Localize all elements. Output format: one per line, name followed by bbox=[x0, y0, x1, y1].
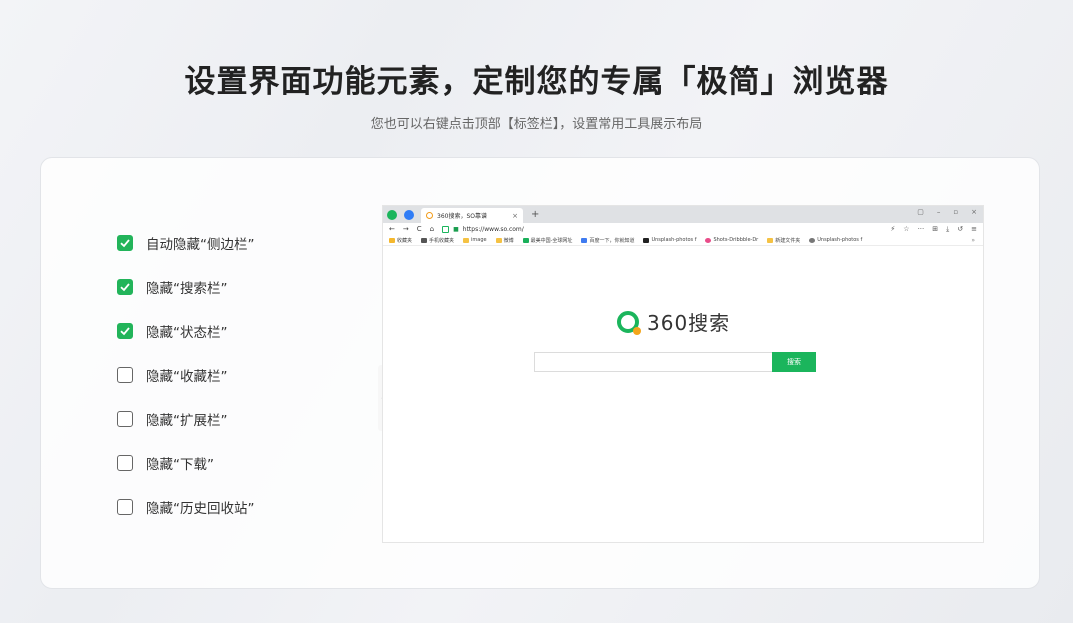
shield-icon bbox=[442, 225, 450, 233]
bookmark-item[interactable]: 百度一下，你就知道 bbox=[581, 237, 634, 244]
check-icon bbox=[120, 239, 130, 248]
lightning-icon[interactable]: ⚡ bbox=[890, 223, 895, 235]
url-field[interactable]: ■ https://www.so.com/ bbox=[442, 225, 524, 233]
option-hide-status-bar[interactable]: 隐藏“状态栏” bbox=[117, 320, 255, 342]
more-icon[interactable]: ··· bbox=[918, 223, 925, 235]
bookmark-label: 最美中国-全球网址 bbox=[530, 237, 573, 244]
bookmark-label: 新建文件夹 bbox=[775, 237, 801, 244]
sidebar-icon[interactable] bbox=[404, 210, 414, 220]
bookmarks-bar: 收藏夹 手机收藏夹 image 微博 最美中国-全球网址 百度一下，你就知道 U… bbox=[383, 235, 983, 246]
minimize-icon[interactable]: – bbox=[937, 208, 941, 216]
option-list: 自动隐藏“侧边栏” 隐藏“搜索栏” 隐藏“状态栏” 隐藏“收藏栏” 隐藏“扩展栏… bbox=[117, 232, 255, 540]
bookmark-item[interactable]: image bbox=[463, 237, 487, 243]
folder-icon bbox=[463, 237, 470, 243]
maximize-icon[interactable]: ▫ bbox=[953, 208, 958, 216]
tab-close-icon[interactable]: × bbox=[512, 212, 518, 220]
logo-text: 360搜索 bbox=[647, 311, 731, 335]
star-icon[interactable]: ☆ bbox=[903, 223, 909, 235]
option-label: 隐藏“扩展栏” bbox=[146, 413, 228, 429]
bookmark-item[interactable]: Shots-Dribbble-Dr bbox=[705, 237, 758, 243]
option-label: 隐藏“收藏栏” bbox=[146, 369, 228, 385]
checkbox-hide-history-recycle[interactable] bbox=[117, 499, 133, 515]
browser-logo-icon bbox=[387, 210, 397, 220]
bookmark-label: 收藏夹 bbox=[397, 237, 413, 244]
bookmark-label: image bbox=[471, 237, 487, 243]
bookmark-label: Unsplash-photos f bbox=[651, 237, 697, 243]
option-hide-downloads[interactable]: 隐藏“下载” bbox=[117, 452, 255, 474]
folder-icon bbox=[495, 237, 502, 243]
option-label: 隐藏“历史回收站” bbox=[146, 501, 255, 517]
search-box: 搜索 bbox=[534, 352, 816, 372]
globe-icon bbox=[809, 237, 816, 243]
checkbox-hide-search-bar[interactable] bbox=[117, 279, 133, 295]
bookmark-label: Unsplash-photos f bbox=[817, 237, 863, 243]
camera-icon bbox=[643, 237, 650, 243]
bookmark-label: 百度一下，你就知道 bbox=[589, 237, 635, 244]
bookmark-label: 手机收藏夹 bbox=[429, 237, 455, 244]
new-tab-button[interactable]: + bbox=[531, 209, 539, 221]
undo-icon[interactable]: ↺ bbox=[957, 223, 963, 235]
close-icon[interactable]: × bbox=[971, 208, 977, 216]
search-input[interactable] bbox=[534, 352, 772, 372]
bookmark-item[interactable]: 收藏夹 bbox=[389, 237, 412, 244]
bookmark-item[interactable]: 手机收藏夹 bbox=[421, 237, 454, 244]
back-icon[interactable]: ← bbox=[389, 225, 395, 233]
paw-icon bbox=[581, 237, 588, 243]
page-subtitle: 您也可以右键点击顶部【标签栏】，设置常用工具展示布局 bbox=[370, 117, 703, 132]
toolbar-right: ⚡ ☆ ··· ⊞ ⤓ ↺ ≡ bbox=[890, 223, 977, 235]
checkbox-hide-extensions-bar[interactable] bbox=[117, 411, 133, 427]
checkbox-hide-bookmarks-bar[interactable] bbox=[117, 367, 133, 383]
forward-icon[interactable]: → bbox=[403, 225, 409, 233]
search-button[interactable]: 搜索 bbox=[772, 352, 816, 372]
home-icon[interactable]: ⌂ bbox=[430, 225, 434, 233]
checkbox-hide-status-bar[interactable] bbox=[117, 323, 133, 339]
option-hide-bookmarks-bar[interactable]: 隐藏“收藏栏” bbox=[117, 364, 255, 386]
bookmark-item[interactable]: Unsplash-photos f bbox=[643, 237, 696, 243]
option-label: 自动隐藏“侧边栏” bbox=[146, 237, 255, 253]
download-icon[interactable]: ⤓ bbox=[946, 223, 949, 235]
address-bar: ← → C ⌂ ■ https://www.so.com/ ⚡ ☆ ··· ⊞ … bbox=[383, 223, 983, 235]
browser-tab[interactable]: 360搜索，SO靠谱 × bbox=[421, 208, 523, 223]
apps-icon[interactable]: ⊞ bbox=[932, 223, 938, 235]
skin-icon[interactable]: ▢ bbox=[917, 208, 924, 216]
option-hide-extensions-bar[interactable]: 隐藏“扩展栏” bbox=[117, 408, 255, 430]
bookmarks-more-icon[interactable]: » bbox=[971, 237, 975, 244]
tab-title: 360搜索，SO靠谱 bbox=[437, 213, 487, 220]
bookmark-item[interactable]: 最美中国-全球网址 bbox=[522, 237, 573, 244]
browser-page: 360搜索 搜索 bbox=[383, 246, 983, 541]
star-icon bbox=[389, 237, 395, 243]
lock-icon: ■ bbox=[453, 225, 459, 233]
bookmark-item[interactable]: 新建文件夹 bbox=[767, 237, 800, 244]
bookmark-label: 微博 bbox=[503, 237, 514, 244]
bookmark-label: Shots-Dribbble-Dr bbox=[713, 237, 759, 243]
search-logo: 360搜索 bbox=[617, 307, 730, 336]
reload-icon[interactable]: C bbox=[417, 225, 422, 233]
browser-tabbar: 360搜索，SO靠谱 × + ▢ – ▫ × bbox=[383, 206, 983, 223]
option-label: 隐藏“搜索栏” bbox=[146, 281, 228, 297]
check-icon bbox=[120, 327, 130, 336]
option-hide-search-bar[interactable]: 隐藏“搜索栏” bbox=[117, 276, 255, 298]
bookmark-item[interactable]: 微博 bbox=[495, 237, 514, 244]
site-icon bbox=[522, 237, 529, 243]
logo-ring-icon bbox=[617, 310, 641, 335]
tab-favicon-icon bbox=[426, 212, 433, 219]
option-auto-hide-sidebar[interactable]: 自动隐藏“侧边栏” bbox=[117, 232, 255, 254]
bookmark-item[interactable]: Unsplash-photos f bbox=[809, 237, 862, 243]
folder-icon bbox=[767, 237, 774, 243]
window-controls: ▢ – ▫ × bbox=[917, 208, 977, 216]
url-text: https://www.so.com/ bbox=[462, 225, 524, 233]
option-label: 隐藏“下载” bbox=[146, 457, 214, 473]
option-hide-history-recycle[interactable]: 隐藏“历史回收站” bbox=[117, 496, 255, 518]
option-label: 隐藏“状态栏” bbox=[146, 325, 228, 341]
checkbox-hide-downloads[interactable] bbox=[117, 455, 133, 471]
dribbble-icon bbox=[705, 237, 712, 243]
phone-icon bbox=[421, 237, 428, 243]
menu-icon[interactable]: ≡ bbox=[971, 223, 977, 235]
browser-preview: 360搜索，SO靠谱 × + ▢ – ▫ × ← → C ⌂ ■ https:/… bbox=[383, 206, 983, 542]
checkbox-auto-hide-sidebar[interactable] bbox=[117, 235, 133, 251]
page-title: 设置界面功能元素，定制您的专属「极简」浏览器 bbox=[184, 64, 889, 100]
check-icon bbox=[120, 283, 130, 292]
